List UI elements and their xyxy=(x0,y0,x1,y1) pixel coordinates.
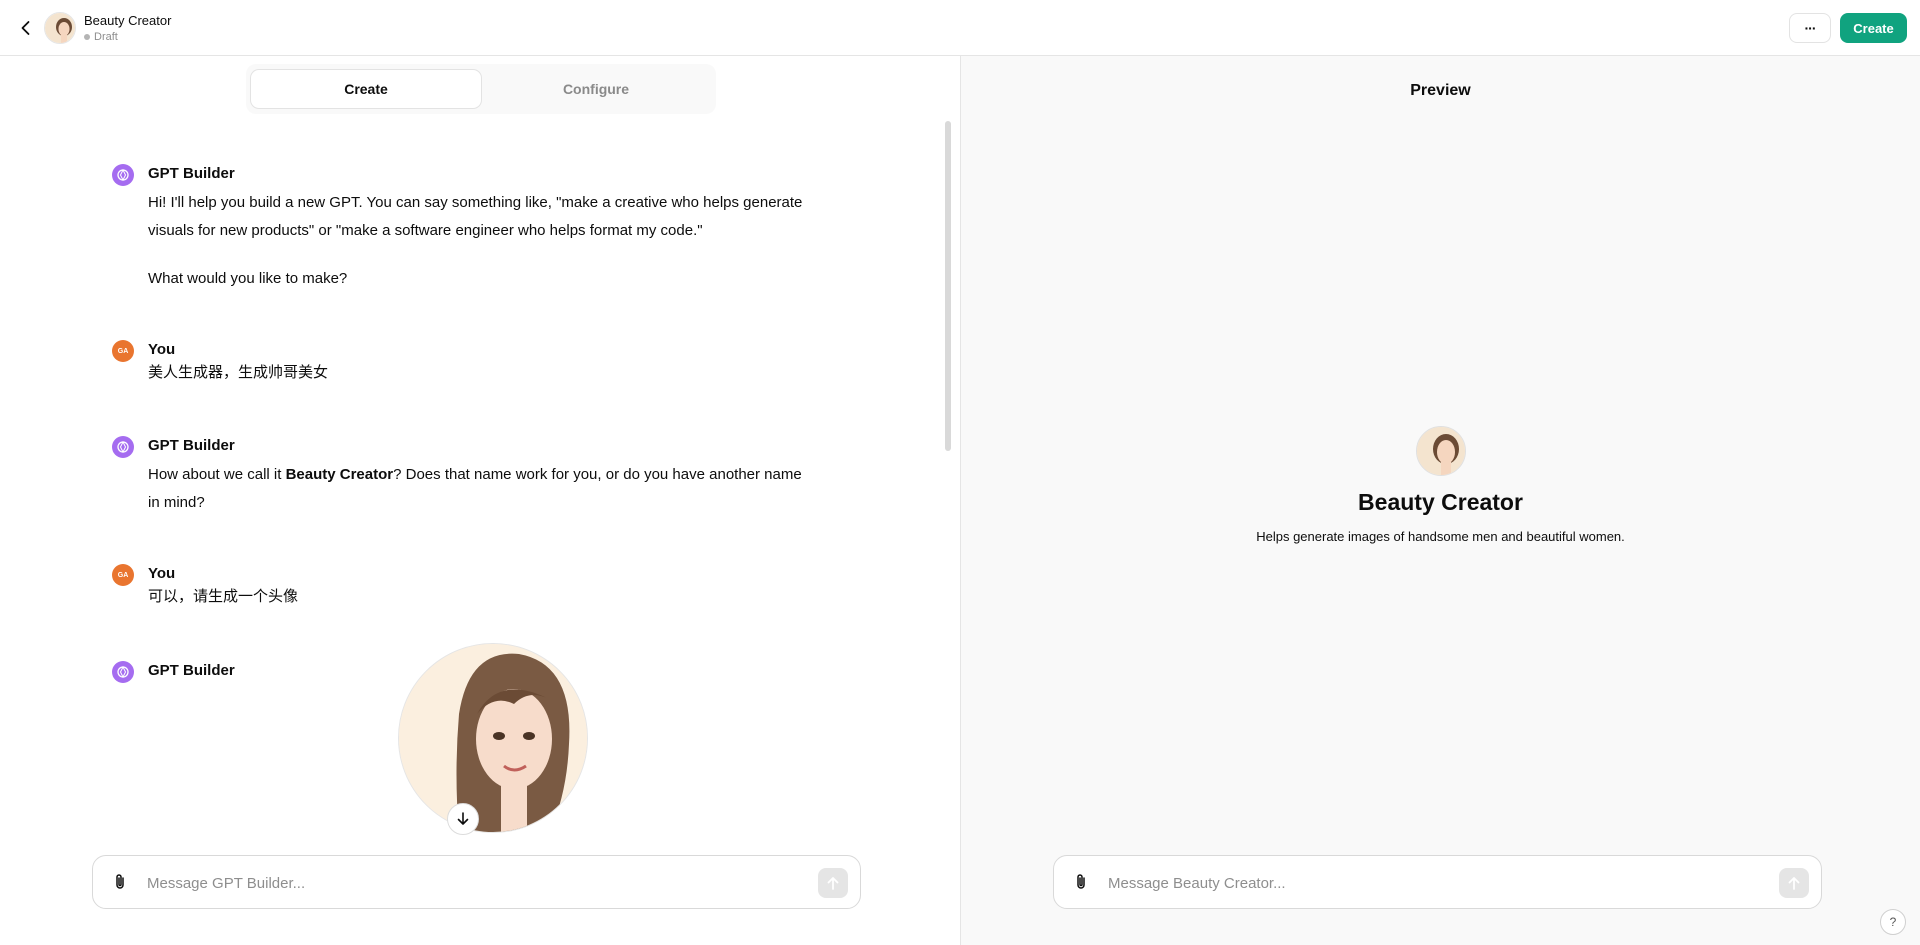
message-text-part: How about we call it xyxy=(148,466,286,483)
more-icon: ··· xyxy=(1804,20,1817,36)
draft-status: Draft xyxy=(84,31,118,43)
preview-pane: Preview Beauty Creator Helps generate im… xyxy=(961,56,1920,945)
message-line: in mind? xyxy=(148,494,205,511)
message-text: 美人生成器，生成帅哥美女 xyxy=(148,364,329,381)
paperclip-icon xyxy=(1077,874,1085,889)
message-text: How about we call it Beauty Creator? Doe… xyxy=(148,461,838,517)
message-author: You xyxy=(148,565,176,582)
attach-button[interactable] xyxy=(109,871,131,893)
message-builder-1: GPT Builder Hi! I'll help you build a ne… xyxy=(112,164,832,294)
preview-message-input[interactable] xyxy=(1108,871,1708,895)
help-button[interactable]: ? xyxy=(1880,909,1906,935)
preview-composer xyxy=(1053,855,1822,909)
chevron-left-icon xyxy=(21,21,30,35)
more-options-button[interactable]: ··· xyxy=(1789,13,1831,43)
openai-logo-icon xyxy=(117,168,129,182)
back-button[interactable] xyxy=(12,14,40,42)
attach-button[interactable] xyxy=(1070,871,1092,893)
builder-message-input[interactable] xyxy=(147,871,747,895)
message-author: You xyxy=(148,341,176,358)
message-line: What would you like to make? xyxy=(148,270,348,287)
preview-gpt-name: Beauty Creator xyxy=(1358,489,1523,515)
tab-configure[interactable]: Configure xyxy=(481,70,711,108)
preview-description: Helps generate images of handsome men an… xyxy=(1256,529,1625,544)
builder-composer xyxy=(92,855,861,909)
create-gpt-button[interactable]: Create xyxy=(1840,13,1907,43)
message-author: GPT Builder xyxy=(148,662,235,679)
top-bar: Beauty Creator Draft ··· Create xyxy=(0,0,1920,56)
message-author: GPT Builder xyxy=(148,437,235,454)
generated-profile-image[interactable] xyxy=(398,643,588,833)
arrow-up-icon xyxy=(1788,877,1800,890)
tab-create[interactable]: Create xyxy=(251,70,481,108)
gpt-builder-avatar xyxy=(112,436,134,458)
gpt-name: Beauty Creator xyxy=(84,13,172,28)
user-avatar: GA xyxy=(112,564,134,586)
gpt-builder-avatar xyxy=(112,661,134,683)
preview-avatar xyxy=(1416,426,1466,476)
send-button[interactable] xyxy=(818,868,848,898)
message-user-2: GA You 可以，请生成一个头像 xyxy=(112,564,832,614)
openai-logo-icon xyxy=(117,665,129,679)
openai-logo-icon xyxy=(117,440,129,454)
mode-tabs: Create Configure xyxy=(246,64,716,114)
status-dot-icon xyxy=(84,34,90,40)
message-text-part: ? Does that name work for you, or do you… xyxy=(393,466,802,483)
message-user-1: GA You 美人生成器，生成帅哥美女 xyxy=(112,340,832,390)
gpt-avatar xyxy=(44,12,76,44)
status-label: Draft xyxy=(94,31,118,43)
download-button[interactable] xyxy=(447,803,479,835)
user-avatar: GA xyxy=(112,340,134,362)
chat-scrollbar[interactable] xyxy=(945,121,951,451)
message-text: Hi! I'll help you build a new GPT. You c… xyxy=(148,189,838,293)
arrow-up-icon xyxy=(827,877,839,890)
gpt-builder-avatar xyxy=(112,164,134,186)
send-button[interactable] xyxy=(1779,868,1809,898)
arrow-down-icon xyxy=(457,812,469,825)
message-author: GPT Builder xyxy=(148,165,235,182)
message-text: 可以，请生成一个头像 xyxy=(148,588,299,605)
message-line: Hi! I'll help you build a new GPT. You c… xyxy=(148,194,803,211)
message-line: visuals for new products" or "make a sof… xyxy=(148,222,703,239)
preview-title: Preview xyxy=(1410,82,1471,99)
message-builder-2: GPT Builder How about we call it Beauty … xyxy=(112,436,832,516)
paperclip-icon xyxy=(116,874,124,889)
suggested-name: Beauty Creator xyxy=(285,466,394,483)
